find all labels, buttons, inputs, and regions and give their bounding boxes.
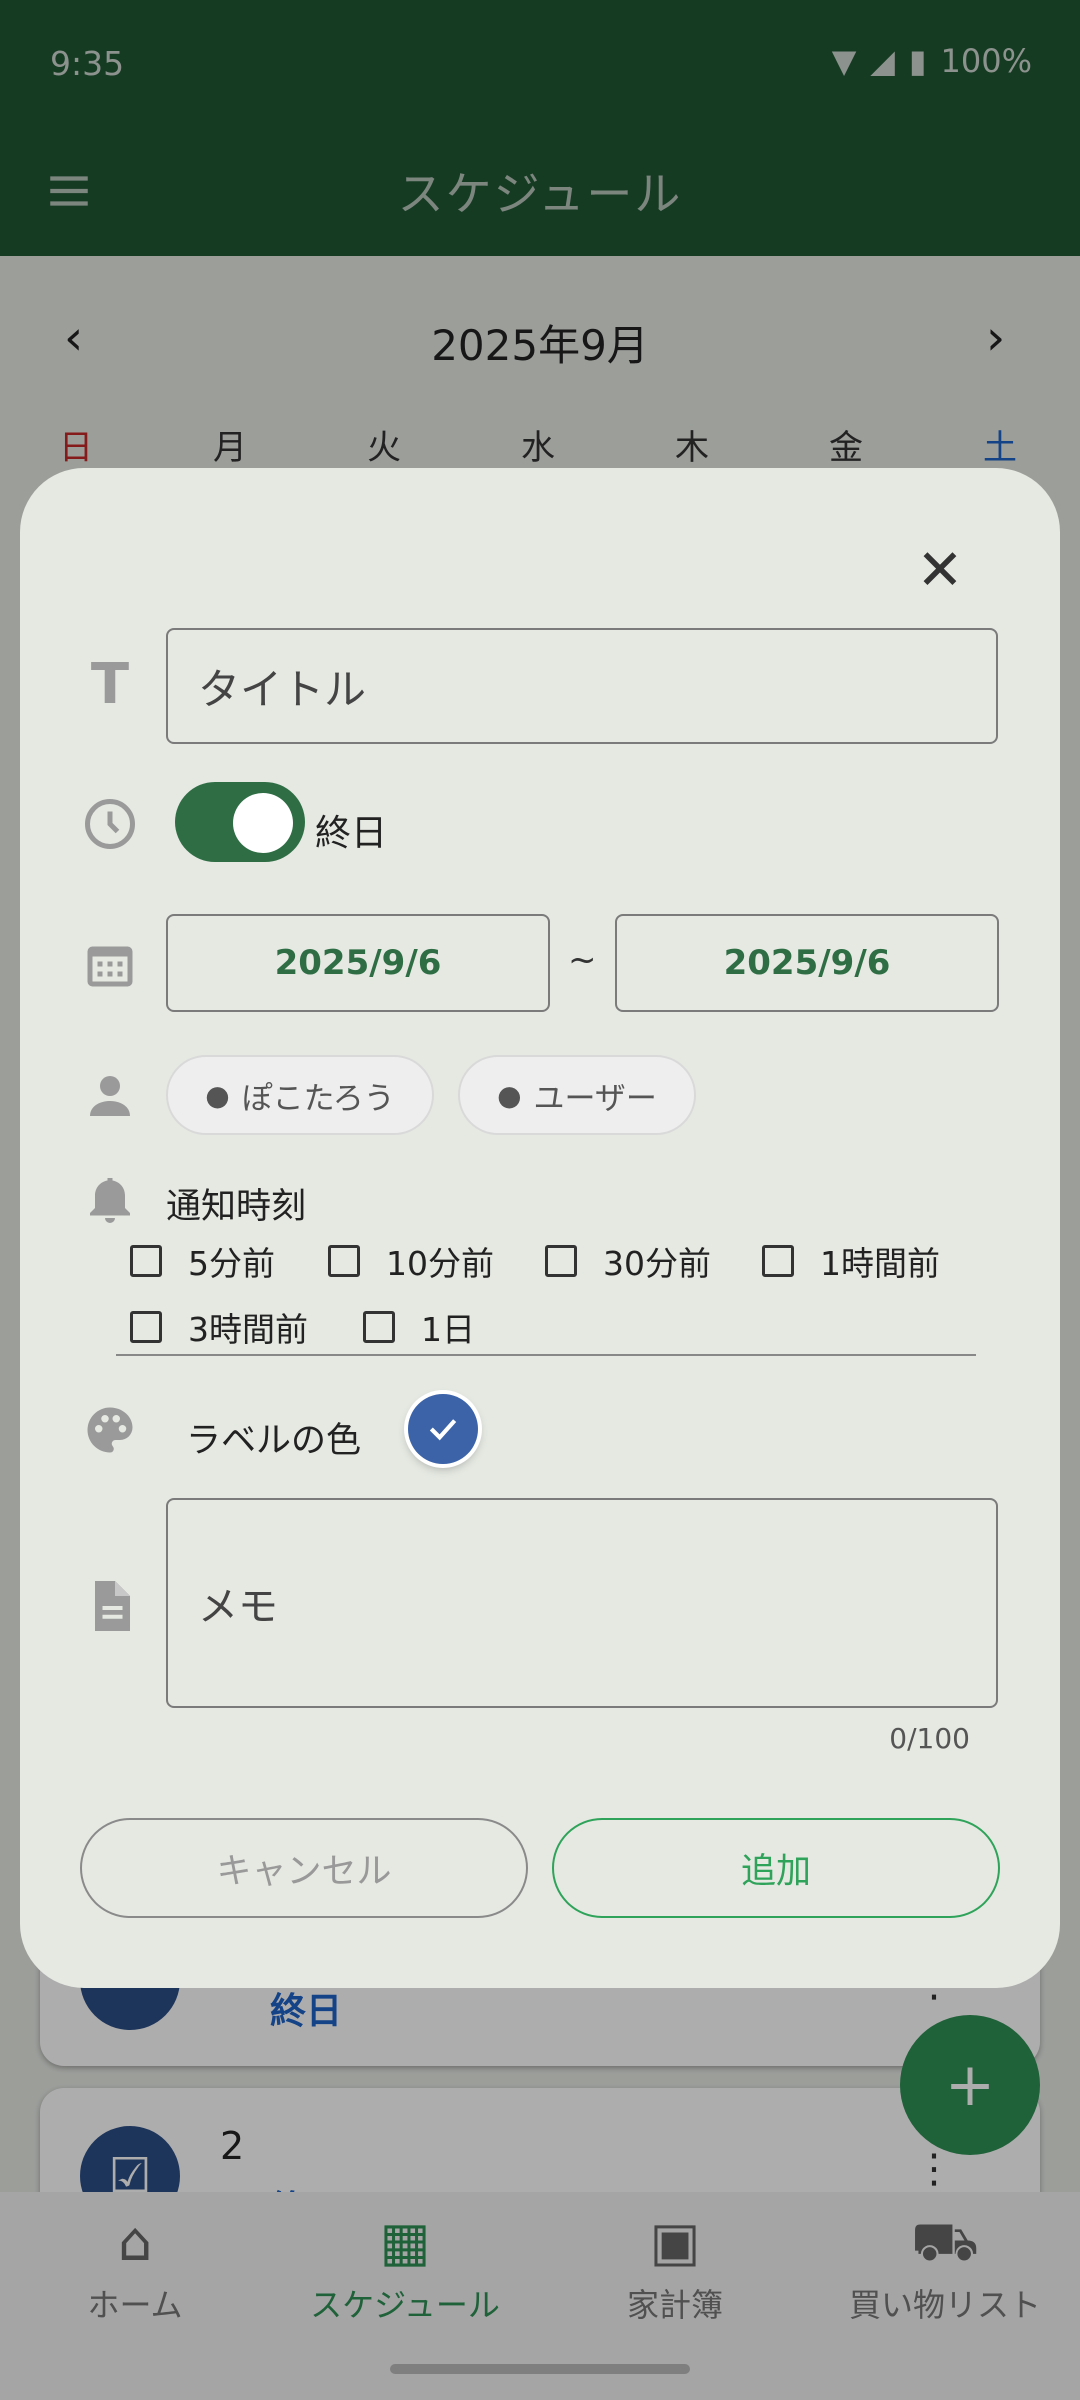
clock-icon bbox=[85, 799, 135, 849]
notify-5min-checkbox[interactable]: 5分前 bbox=[130, 1236, 275, 1286]
start-date-button[interactable]: 2025/9/6 bbox=[166, 914, 550, 1012]
date-separator: ~ bbox=[568, 940, 597, 980]
add-button[interactable]: 追加 bbox=[552, 1818, 1000, 1918]
memo-input[interactable]: メモ bbox=[166, 1498, 998, 1708]
calendar-icon bbox=[87, 946, 133, 987]
divider bbox=[116, 1354, 976, 1356]
title-input[interactable]: タイトル bbox=[166, 628, 998, 744]
document-icon bbox=[95, 1581, 130, 1631]
member-chip[interactable]: ● ぽこたろう bbox=[166, 1055, 434, 1135]
palette-icon bbox=[87, 1407, 133, 1453]
person-icon bbox=[90, 1076, 130, 1116]
notify-30min-checkbox[interactable]: 30分前 bbox=[545, 1236, 711, 1286]
all-day-label: 終日 bbox=[315, 813, 388, 854]
close-button[interactable]: ✕ bbox=[904, 534, 976, 606]
close-icon: ✕ bbox=[916, 537, 964, 603]
memo-char-counter: 0/100 bbox=[889, 1722, 970, 1755]
notify-10min-checkbox[interactable]: 10分前 bbox=[328, 1236, 494, 1286]
cancel-button[interactable]: キャンセル bbox=[80, 1818, 528, 1918]
notify-1hour-checkbox[interactable]: 1時間前 bbox=[762, 1236, 940, 1286]
notify-label: 通知時刻 bbox=[166, 1187, 307, 1227]
notify-1day-checkbox[interactable]: 1日 bbox=[363, 1302, 475, 1352]
bell-icon bbox=[90, 1178, 130, 1223]
end-date-button[interactable]: 2025/9/6 bbox=[615, 914, 999, 1012]
check-icon bbox=[429, 1419, 457, 1441]
text-icon: T bbox=[90, 651, 130, 717]
person-icon: ● bbox=[497, 1078, 522, 1112]
label-color-swatch[interactable] bbox=[408, 1394, 478, 1464]
member-chip[interactable]: ● ユーザー bbox=[458, 1055, 696, 1135]
person-icon: ● bbox=[205, 1078, 230, 1112]
notify-3hour-checkbox[interactable]: 3時間前 bbox=[130, 1302, 308, 1352]
label-color-label: ラベルの色 bbox=[186, 1421, 362, 1461]
toggle-knob bbox=[233, 793, 293, 853]
